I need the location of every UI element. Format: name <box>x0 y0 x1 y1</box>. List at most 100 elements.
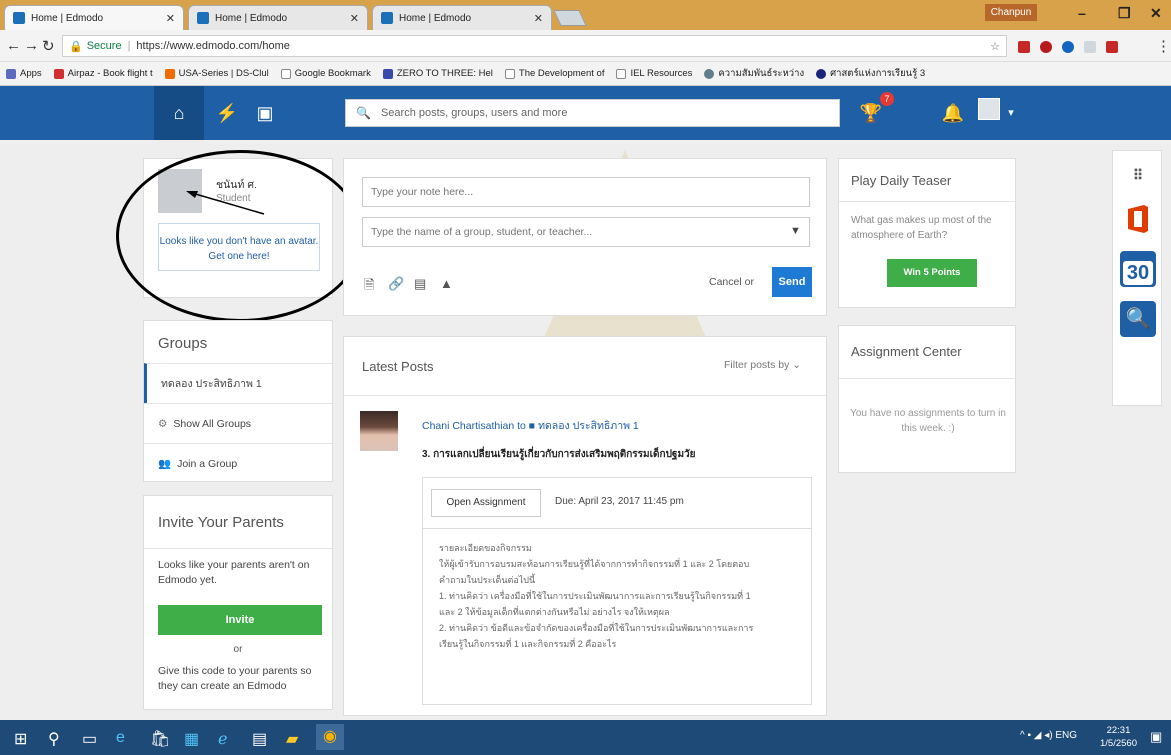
no-assignments-text: You have no assignments to turn in this … <box>850 408 1006 434</box>
bookmark-item[interactable]: USA-Series | DS-Clul <box>164 68 269 79</box>
annotation-circle <box>116 150 364 322</box>
bookmark-item[interactable]: Airpaz - Book flight t <box>53 68 153 79</box>
word-icon[interactable]: ▦ <box>184 729 199 749</box>
invite-title: Invite Your Parents <box>158 514 284 531</box>
windows-start-icon[interactable]: ⊞ <box>14 729 27 749</box>
home-icon[interactable]: ⌂ <box>166 100 192 126</box>
back-icon[interactable]: ← <box>6 37 21 54</box>
maximize-icon[interactable]: ❐ <box>1118 5 1131 22</box>
apps-grid-icon <box>6 68 16 79</box>
or-separator: or <box>233 644 243 655</box>
search-icon[interactable]: ⚲ <box>48 729 60 749</box>
post-title: 3. การแลกเปลี่ยนเรียนรู้เกี่ยวกับการส่งเ… <box>422 449 696 460</box>
language-indicator[interactable]: ENG <box>1055 730 1077 741</box>
join-group-link[interactable]: 👥 Join a Group <box>144 443 332 483</box>
tray-icons[interactable]: ^ ▪ ◢ ◂) <box>1020 730 1055 741</box>
gear-icon: ⚙ <box>158 417 168 430</box>
address-bar[interactable]: 🔒 Secure | https://www.edmodo.com/home ☆ <box>62 35 1007 57</box>
app-icon[interactable]: ▤ <box>252 729 267 749</box>
chevron-down-icon[interactable]: ▼ <box>790 225 801 237</box>
google-drive-icon[interactable]: ▲ <box>440 276 453 291</box>
browser-tab[interactable]: Home | Edmodo ✕ <box>372 5 552 30</box>
teaser-title: Play Daily Teaser <box>851 173 952 188</box>
library-icon[interactable]: ▤ <box>414 276 426 292</box>
file-icon[interactable]: 🗎 <box>364 276 374 298</box>
calendar-icon[interactable]: 30 <box>1120 251 1156 287</box>
cancel-link[interactable]: Cancel or <box>709 276 754 288</box>
ie-icon[interactable]: ℯ <box>218 729 227 749</box>
browser-tab[interactable]: Home | Edmodo ✕ <box>188 5 368 30</box>
search-input[interactable]: 🔍 Search posts, groups, users and more <box>345 99 840 127</box>
apps-grid-icon[interactable]: ⠿ <box>1120 157 1156 193</box>
post-author[interactable]: Chani Chartisathian to ■ ทดลอง ประสิทธิภ… <box>422 417 639 434</box>
bell-icon[interactable]: 🔔 <box>940 100 966 126</box>
invite-button[interactable]: Invite <box>158 605 322 635</box>
bookmark-item[interactable]: The Development of <box>504 68 604 79</box>
file-explorer-icon[interactable]: ▰ <box>286 729 298 749</box>
windows-taskbar: ⊞ ⚲ ▭ e 🛍 ▦ ℯ ▤ ▰ ◉ ^ ▪ ◢ ◂) ENG 22:31 1… <box>0 720 1171 755</box>
menu-icon[interactable]: ⋮ <box>1156 37 1171 55</box>
activity-icon[interactable]: ⚡ <box>214 100 240 126</box>
bookmark-favicon-icon <box>816 68 827 79</box>
close-tab-icon[interactable]: ✕ <box>166 12 175 25</box>
group-item[interactable]: ทดลอง ประสิทธิภาพ 1 <box>144 363 332 403</box>
bookmark-item[interactable]: ZERO TO THREE: Hel <box>382 68 493 79</box>
groups-card: Groups ทดลอง ประสิทธิภาพ 1 ⚙ Show All Gr… <box>143 320 333 482</box>
annotation-arrow <box>186 191 265 215</box>
forward-icon[interactable]: → <box>24 37 39 54</box>
bookmark-item[interactable]: ศาสตร์แห่งการเรียนรู้ 3 <box>816 66 925 81</box>
chrome-taskbar-icon[interactable]: ◉ <box>316 724 344 750</box>
extension-icon[interactable] <box>1062 41 1074 53</box>
bookmark-favicon-icon <box>53 68 64 79</box>
clock[interactable]: 22:31 1/5/2560 <box>1100 724 1137 750</box>
bookmark-favicon-icon <box>164 68 175 79</box>
task-view-icon[interactable]: ▭ <box>82 729 97 749</box>
office-icon[interactable] <box>1120 201 1156 237</box>
filter-posts-dropdown[interactable]: Filter posts by ⌄ <box>724 359 801 371</box>
quiz-icon[interactable]: 🔍 <box>1120 301 1156 337</box>
new-tab-button[interactable] <box>553 10 587 26</box>
extension-icon[interactable] <box>1084 41 1096 53</box>
edge-icon[interactable]: e <box>116 729 125 747</box>
minimize-icon[interactable]: – <box>1078 5 1086 21</box>
notification-count-badge: 7 <box>880 92 894 106</box>
system-tray: ^ ▪ ◢ ◂) ENG <box>1020 730 1077 741</box>
user-avatar[interactable] <box>978 98 1000 120</box>
extension-ublock-icon[interactable] <box>1018 41 1030 53</box>
close-tab-icon[interactable]: ✕ <box>534 12 543 25</box>
open-assignment-button[interactable]: Open Assignment <box>431 489 541 517</box>
link-icon[interactable]: 🔗 <box>388 276 404 292</box>
assignment-description: รายละเอียดของกิจกรรม ให้ผู้เข้ารับการอบร… <box>439 543 754 649</box>
bookmark-item[interactable]: IEL Resources <box>616 68 692 79</box>
browser-profile-chip[interactable]: Chanpun <box>985 4 1037 21</box>
send-button[interactable]: Send <box>772 267 812 297</box>
browser-tab[interactable]: Home | Edmodo ✕ <box>4 5 184 30</box>
invite-parents-card: Invite Your Parents Looks like your pare… <box>143 495 333 710</box>
latest-posts-card: Latest Posts Filter posts by ⌄ Chani Cha… <box>343 336 827 716</box>
bookmark-item[interactable]: ความสัมพันธ์ระหว่าง <box>704 66 804 81</box>
note-input[interactable] <box>362 177 810 207</box>
trophy-icon[interactable]: 🏆 <box>858 100 884 126</box>
recipient-input[interactable] <box>362 217 810 247</box>
bookmark-favicon-icon <box>382 68 393 79</box>
store-icon[interactable]: 🛍 <box>150 729 170 749</box>
daily-teaser-card: Play Daily Teaser What gas makes up most… <box>838 158 1016 308</box>
extension-icon[interactable] <box>1106 41 1118 53</box>
extension-icon[interactable] <box>1040 41 1052 53</box>
assignment-center-card: Assignment Center You have no assignment… <box>838 325 1016 473</box>
bookmark-item[interactable]: Google Bookmark <box>280 68 371 79</box>
backpack-icon[interactable]: ▣ <box>252 100 278 126</box>
bookmark-apps[interactable]: Apps <box>6 68 42 79</box>
address-toolbar: ← → ↻ 🔒 Secure | https://www.edmodo.com/… <box>0 30 1171 62</box>
show-all-groups-link[interactable]: ⚙ Show All Groups <box>144 403 332 443</box>
post-author-avatar[interactable] <box>360 411 398 451</box>
star-icon[interactable]: ☆ <box>990 40 1000 53</box>
reload-icon[interactable]: ↻ <box>42 37 55 55</box>
notification-icon[interactable]: ▣ <box>1150 729 1162 745</box>
close-window-icon[interactable]: ✕ <box>1150 5 1162 22</box>
chevron-down-icon[interactable]: ▾ <box>998 100 1024 126</box>
teaser-question: What gas makes up most of the atmosphere… <box>851 215 992 241</box>
close-tab-icon[interactable]: ✕ <box>350 12 359 25</box>
groups-title: Groups <box>158 335 208 352</box>
win-points-button[interactable]: Win 5 Points <box>887 259 977 287</box>
